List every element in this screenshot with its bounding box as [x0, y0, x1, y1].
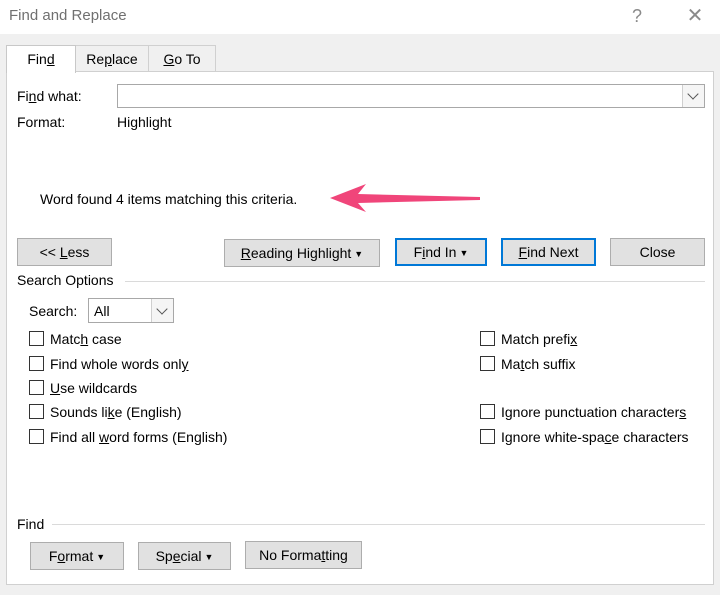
- sounds-like-label: Sounds like (English): [50, 404, 182, 420]
- chevron-down-icon: [156, 303, 168, 315]
- help-button[interactable]: ?: [620, 4, 654, 28]
- close-button[interactable]: Close: [610, 238, 705, 266]
- search-options-heading: Search Options: [17, 272, 114, 288]
- find-in-button[interactable]: Find In ▼: [395, 238, 487, 266]
- search-direction-dropdown[interactable]: [151, 299, 173, 322]
- find-group-heading: Find: [17, 516, 45, 532]
- result-message: Word found 4 items matching this criteri…: [40, 191, 298, 207]
- special-button[interactable]: Special ▼: [138, 542, 231, 570]
- less-button[interactable]: << Less: [17, 238, 112, 266]
- annotation-arrow-icon: [330, 184, 480, 212]
- dropdown-triangle-icon: ▼: [96, 552, 106, 563]
- format-value: Highlight: [117, 114, 172, 130]
- format-button[interactable]: Format ▼: [30, 542, 124, 570]
- tab-goto[interactable]: Go To: [148, 45, 216, 71]
- tab-panel: [6, 71, 714, 585]
- find-what-label: Find what:: [17, 88, 82, 104]
- find-history-dropdown[interactable]: [682, 85, 704, 107]
- find-next-button[interactable]: Find Next: [501, 238, 596, 266]
- ignore-whitespace-label: Ignore white-space characters: [501, 429, 689, 445]
- whole-words-label: Find whole words only: [50, 356, 189, 372]
- word-forms-checkbox[interactable]: [29, 429, 44, 444]
- divider: [125, 281, 705, 282]
- tab-replace[interactable]: Replace: [75, 45, 149, 71]
- ignore-punctuation-label: Ignore punctuation characters: [501, 404, 687, 420]
- match-prefix-label: Match prefix: [501, 331, 578, 347]
- search-direction-value: All: [94, 303, 110, 319]
- match-suffix-label: Match suffix: [501, 356, 576, 372]
- whole-words-checkbox[interactable]: [29, 356, 44, 371]
- word-forms-label: Find all word forms (English): [50, 429, 228, 445]
- no-formatting-button[interactable]: No Formatting: [245, 541, 362, 569]
- ignore-whitespace-checkbox[interactable]: [480, 429, 495, 444]
- close-icon[interactable]: ✕: [678, 4, 712, 28]
- sounds-like-checkbox[interactable]: [29, 404, 44, 419]
- dropdown-triangle-icon: ▼: [354, 249, 364, 260]
- search-direction-select[interactable]: All: [88, 298, 174, 323]
- reading-highlight-button[interactable]: Reading Highlight ▼: [224, 239, 380, 267]
- dialog-title: Find and Replace: [9, 7, 127, 24]
- wildcards-label: Use wildcards: [50, 380, 138, 396]
- match-prefix-checkbox[interactable]: [480, 331, 495, 346]
- find-what-input[interactable]: [117, 84, 705, 108]
- search-direction-label: Search:: [29, 303, 78, 319]
- match-case-label: Match case: [50, 331, 122, 347]
- match-case-checkbox[interactable]: [29, 331, 44, 346]
- dropdown-triangle-icon: ▼: [204, 552, 214, 563]
- ignore-punctuation-checkbox[interactable]: [480, 404, 495, 419]
- chevron-down-icon: [687, 88, 699, 100]
- match-suffix-checkbox[interactable]: [480, 356, 495, 371]
- wildcards-checkbox[interactable]: [29, 380, 44, 395]
- divider: [52, 524, 705, 525]
- dropdown-triangle-icon: ▼: [459, 248, 469, 259]
- tab-find[interactable]: Find: [6, 45, 76, 73]
- format-label: Format:: [17, 114, 66, 130]
